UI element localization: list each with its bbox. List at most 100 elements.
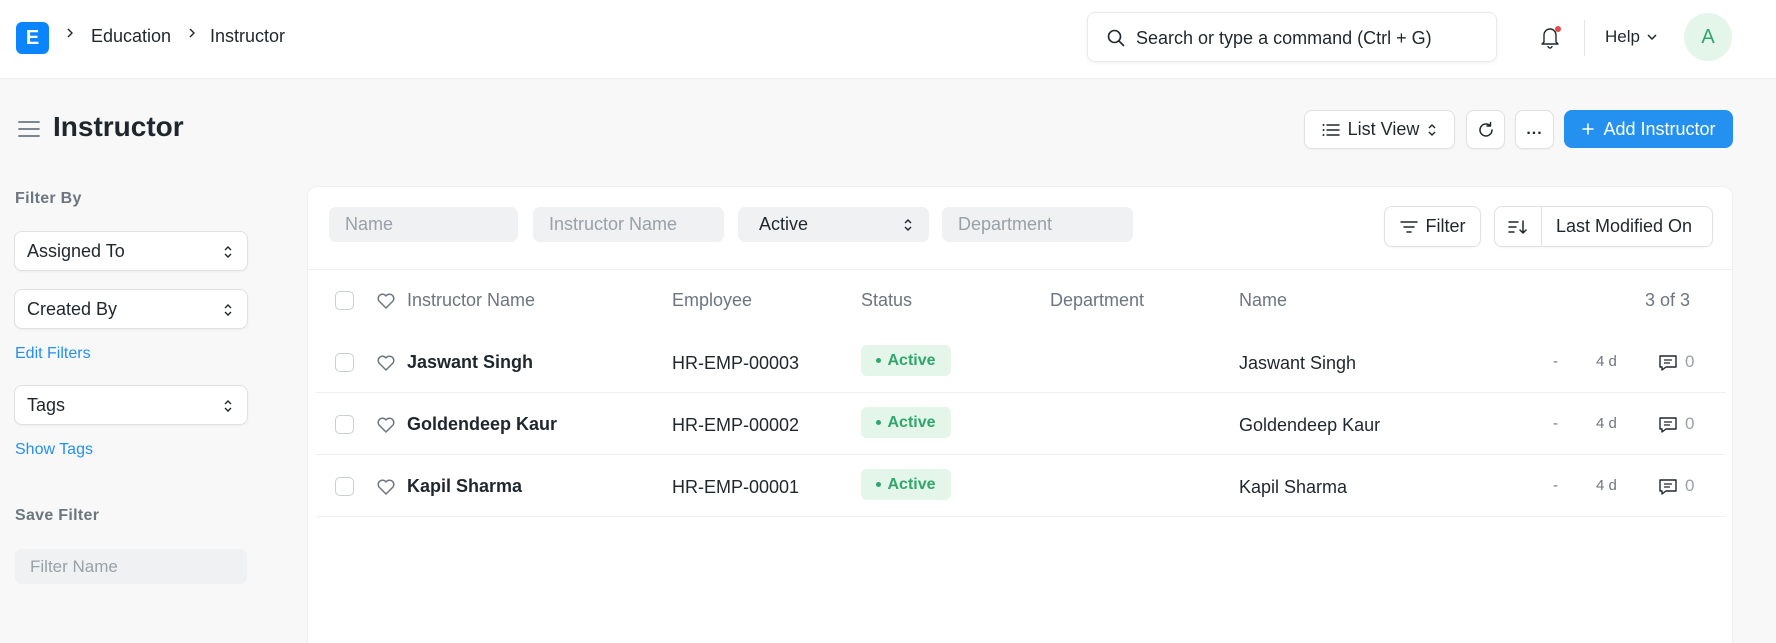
comment-count: 0 [1685, 414, 1695, 433]
modified-cell: 4 d [1596, 477, 1617, 494]
comment-icon [1659, 417, 1677, 433]
instructor-name-link[interactable]: Jaswant Singh [407, 352, 533, 373]
updown-icon [224, 400, 232, 412]
instructor-name-link[interactable]: Kapil Sharma [407, 476, 522, 497]
status-filter-value: Active [759, 214, 809, 234]
select-all-checkbox[interactable] [335, 291, 354, 310]
list-icon [1322, 123, 1340, 136]
breadcrumb-instructor[interactable]: Instructor [210, 26, 285, 47]
assigned-to-label: Assigned To [27, 240, 125, 261]
card-divider [308, 269, 1732, 270]
status-dot [876, 358, 882, 363]
avatar[interactable]: A [1684, 13, 1732, 61]
row-divider [316, 516, 1726, 517]
hamburger-icon[interactable] [17, 119, 41, 139]
name-filter-input[interactable] [329, 207, 518, 242]
employee-cell: HR-EMP-00003 [672, 353, 800, 373]
page-title: Instructor [53, 111, 184, 142]
column-header-instructor-name[interactable]: Instructor Name [407, 290, 535, 311]
created-by-select[interactable]: Created By [14, 289, 248, 329]
more-label: ... [1526, 120, 1543, 138]
name-cell: Kapil Sharma [1239, 477, 1348, 497]
status-badge-label: Active [887, 413, 936, 431]
help-label: Help [1605, 27, 1640, 46]
status-badge: Active [861, 469, 951, 500]
updown-icon [224, 246, 232, 258]
updown-icon [904, 219, 912, 231]
modified-cell: 4 d [1596, 415, 1617, 432]
updown-icon [224, 304, 232, 316]
department-filter-input[interactable] [942, 207, 1133, 242]
list-view-label: List View [1347, 119, 1420, 139]
name-cell: Goldendeep Kaur [1239, 415, 1381, 435]
heart-icon[interactable] [376, 354, 396, 372]
employee-cell: HR-EMP-00001 [672, 477, 800, 497]
search-input[interactable] [1136, 23, 1476, 53]
heart-icon[interactable] [376, 416, 396, 434]
comment-count: 0 [1685, 476, 1695, 495]
sort-icon [1508, 219, 1527, 234]
updown-icon [1428, 123, 1436, 136]
awesomebar[interactable] [1087, 12, 1497, 62]
result-count: 3 of 3 [1645, 290, 1691, 310]
assigned-to-select[interactable]: Assigned To [14, 231, 248, 271]
employee-cell: HR-EMP-00002 [672, 415, 800, 435]
sort-by-button[interactable]: Last Modified On [1542, 216, 1692, 237]
refresh-icon [1478, 121, 1493, 137]
sort-control: Last Modified On [1494, 206, 1713, 247]
tags-select[interactable]: Tags [14, 385, 248, 425]
chevron-right-icon [186, 26, 198, 38]
filter-name-input[interactable] [15, 549, 247, 584]
heart-icon[interactable] [376, 292, 396, 310]
status-badge: Active [861, 407, 951, 438]
save-filter-heading: Save Filter [15, 507, 100, 524]
add-instructor-label: Add Instructor [1603, 118, 1716, 139]
status-dot [876, 482, 882, 487]
row-checkbox[interactable] [335, 353, 354, 372]
modified-cell: 4 d [1596, 353, 1617, 370]
instructor-name-filter-input[interactable] [533, 207, 724, 242]
sort-order-button[interactable] [1495, 207, 1542, 246]
chevron-right-icon [64, 26, 76, 38]
status-badge: Active [861, 345, 951, 376]
comment-icon [1659, 479, 1677, 495]
created-by-label: Created By [27, 298, 118, 319]
name-cell: Jaswant Singh [1239, 353, 1357, 373]
row-checkbox[interactable] [335, 415, 354, 434]
status-badge-label: Active [887, 475, 936, 493]
breadcrumb-education[interactable]: Education [91, 26, 171, 47]
refresh-button[interactable] [1466, 110, 1505, 149]
help-dropdown[interactable]: Help [1605, 27, 1658, 47]
navbar-divider [1584, 20, 1585, 56]
comment-count: 0 [1685, 352, 1695, 371]
heart-icon[interactable] [376, 478, 396, 496]
plus-icon [1582, 123, 1595, 135]
status-badge-label: Active [887, 351, 936, 369]
status-filter-select[interactable]: Active [738, 207, 929, 242]
assigned-cell: - [1553, 477, 1558, 494]
row-checkbox[interactable] [335, 477, 354, 496]
row-divider [316, 454, 1726, 455]
edit-filters-link[interactable]: Edit Filters [15, 345, 91, 363]
chevron-down-icon [1647, 34, 1657, 41]
column-header-status: Status [861, 290, 913, 310]
add-instructor-button[interactable]: Add Instructor [1564, 110, 1733, 148]
assigned-cell: - [1553, 353, 1558, 370]
more-actions-button[interactable]: ... [1515, 110, 1554, 149]
filter-by-heading: Filter By [15, 190, 82, 207]
column-header-name: Name [1239, 290, 1288, 310]
show-tags-link[interactable]: Show Tags [15, 441, 93, 459]
search-icon [1107, 29, 1125, 47]
column-header-employee: Employee [672, 290, 753, 310]
app-logo[interactable]: E [16, 22, 49, 54]
filter-button[interactable]: Filter [1384, 206, 1481, 247]
list-view-button[interactable]: List View [1304, 110, 1455, 149]
top-navbar: E Education Instructor Help A [0, 0, 1776, 79]
filter-icon [1399, 220, 1418, 233]
filter-button-label: Filter [1425, 216, 1466, 236]
comment-icon [1659, 355, 1677, 371]
assigned-cell: - [1553, 415, 1558, 432]
instructor-name-link[interactable]: Goldendeep Kaur [407, 414, 557, 435]
status-dot [876, 420, 882, 425]
tags-label: Tags [27, 394, 66, 415]
